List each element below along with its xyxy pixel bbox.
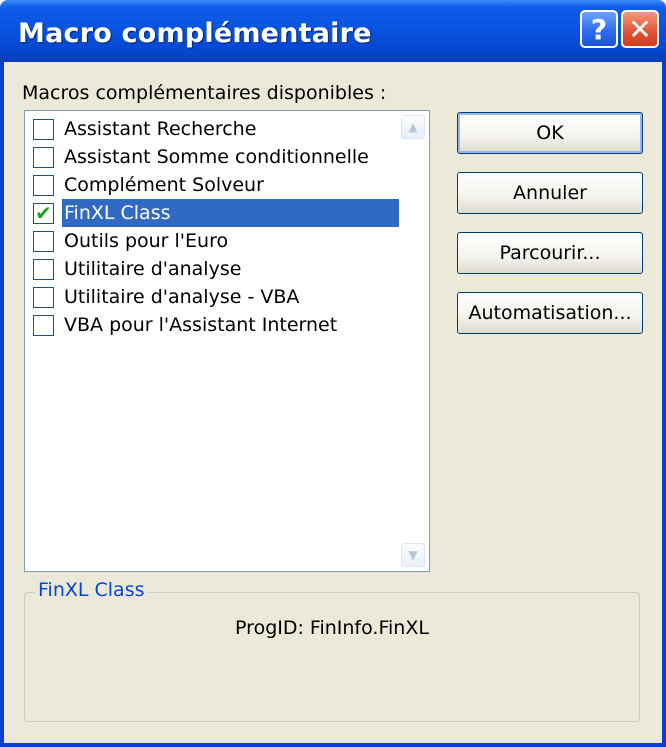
addin-details-group: FinXL Class ProgID: FinInfo.FinXL bbox=[24, 579, 640, 722]
checkbox[interactable] bbox=[33, 118, 54, 140]
list-item-finxl-class[interactable]: ✔ FinXL Class bbox=[29, 199, 399, 227]
close-button[interactable]: ✕ bbox=[621, 10, 659, 48]
list-item-utilitaire-analyse-vba[interactable]: Utilitaire d'analyse - VBA bbox=[29, 283, 399, 311]
help-button[interactable]: ? bbox=[580, 10, 618, 48]
scroll-down-icon: ▼ bbox=[408, 548, 418, 562]
checkbox[interactable] bbox=[33, 314, 54, 336]
list-item-label: Utilitaire d'analyse - VBA bbox=[64, 286, 300, 308]
scroll-up-icon: ▲ bbox=[408, 120, 418, 134]
dialog-body: Macros complémentaires disponibles : Ass… bbox=[4, 62, 662, 743]
list-item-label: Outils pour l'Euro bbox=[64, 230, 229, 252]
list-item-utilitaire-analyse[interactable]: Utilitaire d'analyse bbox=[29, 255, 399, 283]
help-icon: ? bbox=[590, 12, 608, 46]
window-title: Macro complémentaire bbox=[18, 18, 372, 49]
checkbox[interactable] bbox=[33, 146, 54, 168]
checkbox[interactable] bbox=[33, 258, 54, 280]
title-bar[interactable]: Macro complémentaire ? ✕ bbox=[0, 0, 666, 62]
scroll-up-button[interactable]: ▲ bbox=[401, 115, 425, 139]
vertical-scrollbar[interactable]: ▲ ▼ bbox=[401, 115, 425, 567]
addins-list-label: Macros complémentaires disponibles : bbox=[22, 82, 387, 104]
close-icon: ✕ bbox=[628, 12, 652, 46]
checkbox[interactable] bbox=[33, 286, 54, 308]
checkbox-checked[interactable]: ✔ bbox=[33, 201, 54, 225]
list-item-label: Utilitaire d'analyse bbox=[64, 258, 242, 280]
checkmark-icon: ✔ bbox=[35, 201, 52, 225]
list-item-label: VBA pour l'Assistant Internet bbox=[64, 314, 338, 336]
checkbox[interactable] bbox=[33, 174, 54, 196]
ok-button[interactable]: OK bbox=[457, 112, 643, 154]
checkbox[interactable] bbox=[33, 230, 54, 252]
addin-progid-text: ProgID: FinInfo.FinXL bbox=[235, 617, 429, 639]
addin-details-title: FinXL Class bbox=[35, 579, 148, 601]
list-item-assistant-recherche[interactable]: Assistant Recherche bbox=[29, 115, 399, 143]
cancel-button[interactable]: Annuler bbox=[457, 172, 643, 214]
list-item-label: Complément Solveur bbox=[64, 174, 264, 196]
addins-listbox[interactable]: Assistant Recherche Assistant Somme cond… bbox=[24, 110, 430, 572]
list-item-label: FinXL Class bbox=[62, 199, 399, 227]
list-item-assistant-somme[interactable]: Assistant Somme conditionnelle bbox=[29, 143, 399, 171]
list-item-label: Assistant Recherche bbox=[64, 118, 257, 140]
list-item-outils-euro[interactable]: Outils pour l'Euro bbox=[29, 227, 399, 255]
scroll-down-button[interactable]: ▼ bbox=[401, 543, 425, 567]
list-item-complement-solveur[interactable]: Complément Solveur bbox=[29, 171, 399, 199]
browse-button[interactable]: Parcourir... bbox=[457, 232, 643, 274]
dialog-window: Macro complémentaire ? ✕ Macros compléme… bbox=[0, 0, 666, 747]
automation-button[interactable]: Automatisation... bbox=[457, 292, 643, 334]
list-item-label: Assistant Somme conditionnelle bbox=[64, 146, 369, 168]
list-item-vba-assistant-internet[interactable]: VBA pour l'Assistant Internet bbox=[29, 311, 399, 339]
